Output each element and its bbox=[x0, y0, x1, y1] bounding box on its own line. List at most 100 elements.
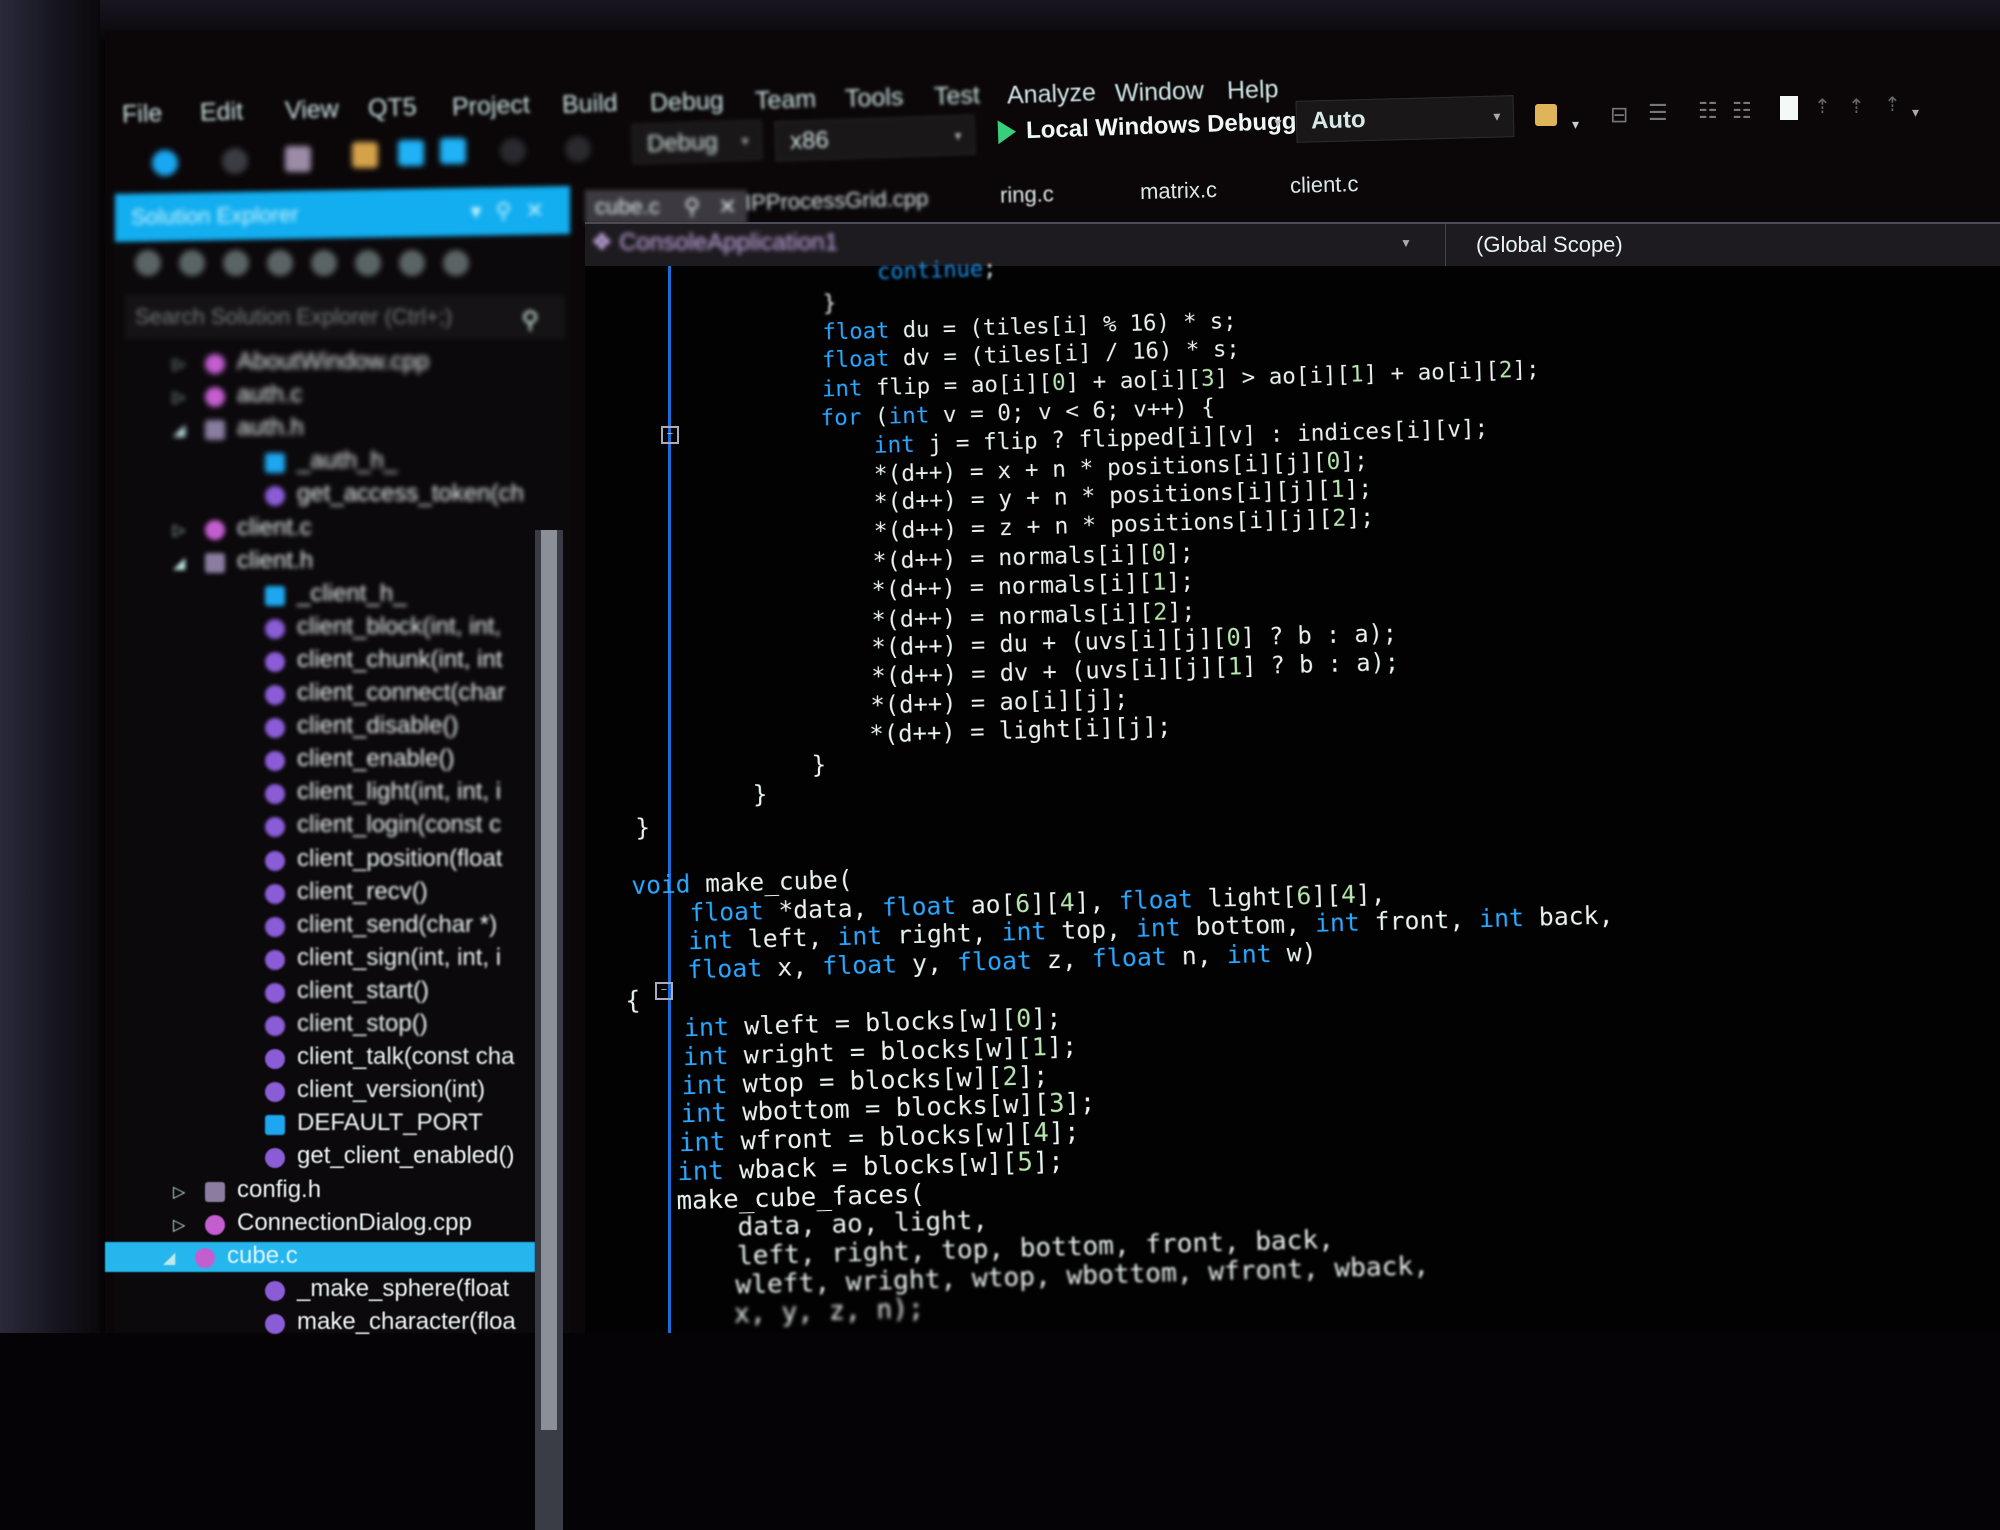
save-icon[interactable] bbox=[398, 140, 424, 166]
start-debugging-icon[interactable] bbox=[997, 119, 1017, 145]
tree-item[interactable]: client_login(const c bbox=[115, 811, 545, 841]
find-in-files-icon[interactable] bbox=[1535, 104, 1557, 126]
save-all-icon[interactable] bbox=[440, 138, 466, 164]
pin-icon[interactable]: ⚲ bbox=[495, 198, 525, 224]
solution-explorer-search[interactable]: Search Solution Explorer (Ctrl+;) ⚲ bbox=[125, 295, 565, 339]
forward-icon[interactable] bbox=[179, 250, 205, 276]
menu-view[interactable]: View bbox=[285, 95, 340, 126]
tab-ring-c[interactable]: ring.c bbox=[1000, 181, 1054, 208]
tree-item[interactable]: _auth_h_ bbox=[115, 447, 545, 477]
collapsed-arrow-icon[interactable]: ▷ bbox=[173, 354, 185, 374]
member-scope-dropdown[interactable]: (Global Scope) bbox=[1445, 224, 1623, 266]
solution-platform-dropdown[interactable]: x86 ▼ bbox=[774, 114, 976, 162]
tree-item[interactable]: client_enable() bbox=[115, 745, 545, 775]
tree-item[interactable]: ▷ config.h bbox=[115, 1176, 545, 1206]
collapse-all-icon[interactable] bbox=[399, 250, 425, 276]
menu-help[interactable]: Help bbox=[1227, 75, 1279, 106]
back-icon[interactable] bbox=[135, 250, 161, 276]
code-editor[interactable]: − − continue; } float du = (tiles[i] % 1… bbox=[585, 257, 2000, 1333]
increase-indent-icon[interactable]: ☷ bbox=[1732, 98, 1752, 124]
tab-matrix-c[interactable]: matrix.c bbox=[1140, 177, 1218, 205]
menu-analyze[interactable]: Analyze bbox=[1007, 78, 1097, 110]
menu-test[interactable]: Test bbox=[934, 81, 981, 112]
tree-item[interactable]: client_recv() bbox=[115, 878, 545, 908]
tree-item[interactable]: client_position(float bbox=[115, 845, 545, 875]
refresh-icon[interactable] bbox=[355, 250, 381, 276]
menu-qt5[interactable]: QT5 bbox=[368, 93, 418, 124]
tree-item[interactable]: client_sign(int, int, i bbox=[115, 944, 545, 974]
scrollbar-thumb[interactable] bbox=[541, 530, 557, 1430]
close-tab-icon[interactable]: ✕ bbox=[718, 194, 736, 219]
collapsed-arrow-icon[interactable]: ▷ bbox=[173, 387, 185, 407]
tree-item[interactable]: client_stop() bbox=[115, 1010, 545, 1040]
tree-item[interactable]: get_access_token(ch bbox=[115, 480, 545, 510]
tree-item[interactable]: _client_h_ bbox=[115, 580, 545, 610]
tree-item[interactable]: client_version(int) bbox=[115, 1076, 545, 1106]
collapsed-arrow-icon[interactable]: ▷ bbox=[173, 520, 185, 540]
toolbar-options-icon[interactable]: ▾ bbox=[1912, 104, 1919, 121]
pin-icon[interactable]: ⚲ bbox=[684, 194, 700, 219]
tree-item[interactable]: ▷ client.c bbox=[115, 514, 545, 544]
step-into-icon[interactable]: ⊟ bbox=[1610, 102, 1628, 128]
pending-changes-icon[interactable] bbox=[311, 250, 337, 276]
expanded-arrow-icon[interactable]: ◢ bbox=[173, 420, 185, 440]
solution-configuration-dropdown[interactable]: Debug ▼ bbox=[631, 119, 763, 165]
decrease-indent-icon[interactable]: ☷ bbox=[1698, 98, 1718, 124]
next-bookmark-icon[interactable]: ⇡ bbox=[1848, 94, 1865, 119]
properties-icon[interactable] bbox=[443, 250, 469, 276]
menu-build[interactable]: Build bbox=[562, 89, 619, 120]
undo-icon[interactable] bbox=[500, 138, 526, 164]
menu-project[interactable]: Project bbox=[452, 91, 531, 123]
new-project-icon[interactable] bbox=[285, 146, 311, 172]
debugger-chevron-icon[interactable]: ▼ bbox=[1272, 116, 1284, 130]
close-icon[interactable]: ✕ bbox=[526, 197, 558, 223]
tree-item[interactable]: client_light(int, int, i bbox=[115, 778, 545, 808]
tree-item[interactable]: ◢ auth.h bbox=[115, 414, 545, 444]
expanded-arrow-icon[interactable]: ◢ bbox=[173, 553, 185, 573]
tree-item[interactable]: ▷ ConnectionDialog.cpp bbox=[115, 1209, 545, 1239]
expanded-arrow-icon[interactable]: ◢ bbox=[163, 1248, 175, 1268]
tree-item[interactable]: client_chunk(int, int bbox=[115, 646, 545, 676]
tree-item[interactable]: client_disable() bbox=[115, 712, 545, 742]
tree-item[interactable]: DEFAULT_PORT bbox=[115, 1109, 545, 1139]
tree-item[interactable]: ▷ auth.c bbox=[115, 381, 545, 411]
bookmark-icon[interactable] bbox=[1780, 96, 1798, 120]
menu-debug[interactable]: Debug bbox=[650, 87, 725, 119]
tree-item[interactable]: get_client_enabled() bbox=[115, 1142, 545, 1172]
forward-icon[interactable] bbox=[222, 148, 248, 174]
tab-cube-c[interactable]: cube.c ⚲ ✕ bbox=[585, 190, 747, 224]
back-icon[interactable] bbox=[152, 150, 178, 176]
project-scope-dropdown[interactable]: ❖ ConsoleApplication1 bbox=[591, 228, 838, 257]
tree-item[interactable]: _make_sphere(float bbox=[115, 1275, 545, 1305]
solution-explorer-scrollbar[interactable] bbox=[535, 530, 563, 1530]
tab-client-c[interactable]: client.c bbox=[1290, 171, 1359, 199]
collapsed-arrow-icon[interactable]: ▷ bbox=[173, 1182, 185, 1202]
tree-item[interactable]: ◢ cube.c bbox=[105, 1241, 535, 1272]
redo-icon[interactable] bbox=[565, 136, 591, 162]
menu-file[interactable]: File bbox=[122, 99, 163, 129]
debug-target-dropdown[interactable]: Auto ▼ bbox=[1295, 95, 1515, 143]
tree-item[interactable]: client_connect(char bbox=[115, 679, 545, 709]
search-icon[interactable]: ⚲ bbox=[521, 299, 539, 343]
tree-item[interactable]: client_talk(const cha bbox=[115, 1043, 545, 1073]
tree-item[interactable]: client_block(int, int, bbox=[115, 613, 545, 643]
home-icon[interactable] bbox=[223, 250, 249, 276]
tree-item[interactable]: make_character(floa bbox=[115, 1308, 545, 1338]
tree-item[interactable]: client_start() bbox=[115, 977, 545, 1007]
tree-item[interactable]: client_send(char *) bbox=[115, 911, 545, 941]
collapsed-arrow-icon[interactable]: ▷ bbox=[173, 1215, 185, 1235]
open-file-icon[interactable] bbox=[352, 142, 378, 168]
toolbar-overflow-icon[interactable]: ▾ bbox=[1572, 116, 1579, 133]
tab-ipprocessgrid-cpp[interactable]: IPProcessGrid.cpp bbox=[745, 186, 929, 217]
chevron-down-icon[interactable]: ▼ bbox=[1400, 236, 1412, 250]
menu-window[interactable]: Window bbox=[1115, 76, 1205, 108]
tree-item[interactable]: ◢ client.h bbox=[115, 547, 545, 577]
tree-item[interactable]: ▷ AboutWindow.cpp bbox=[115, 348, 545, 378]
step-over-icon[interactable]: ☰ bbox=[1648, 100, 1668, 126]
menu-edit[interactable]: Edit bbox=[200, 97, 244, 127]
window-position-icon[interactable]: ▾ bbox=[470, 198, 495, 223]
clear-bookmarks-icon[interactable]: ⇡ bbox=[1884, 92, 1901, 117]
menu-tools[interactable]: Tools bbox=[845, 83, 904, 114]
sync-icon[interactable] bbox=[267, 250, 293, 276]
menu-team[interactable]: Team bbox=[755, 85, 817, 116]
